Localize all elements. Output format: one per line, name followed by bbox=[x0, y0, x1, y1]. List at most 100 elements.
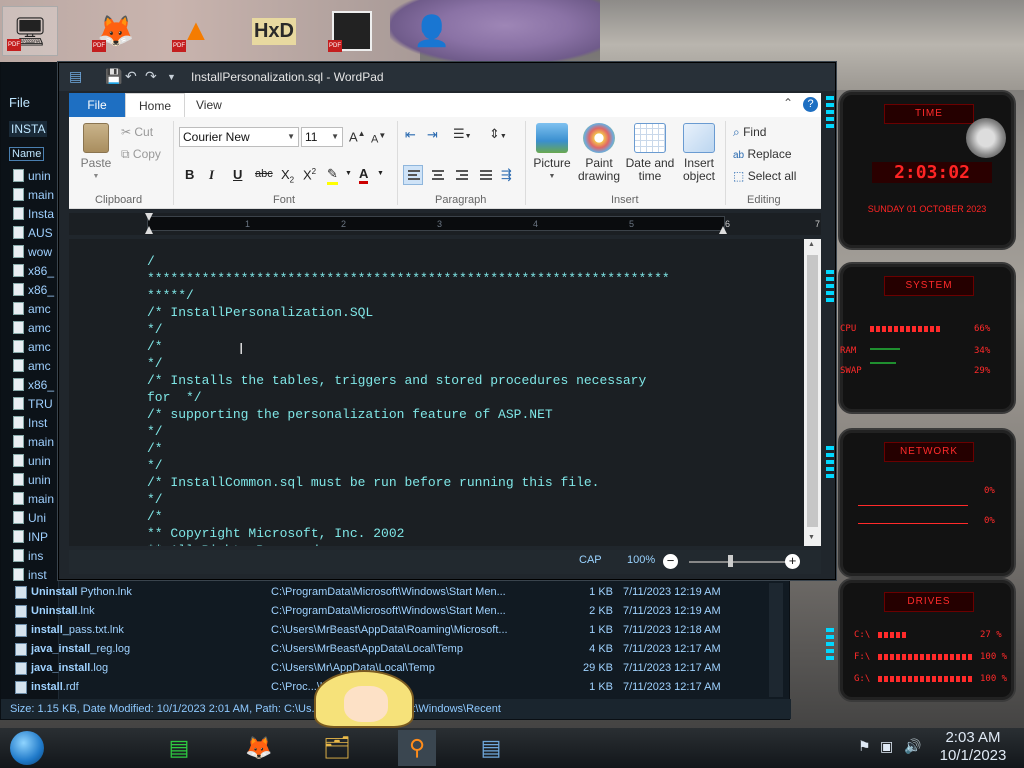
align-center-button[interactable] bbox=[427, 165, 447, 185]
drives-gadget[interactable]: DRIVES C:\ 27 % F:\ 100 % G:\ 100 % bbox=[838, 578, 1016, 702]
start-button[interactable] bbox=[10, 731, 44, 765]
scroll-up-icon[interactable]: ▲ bbox=[808, 241, 815, 248]
undo-icon[interactable]: ↶ bbox=[125, 68, 137, 85]
decrease-indent-icon[interactable]: ⇤ bbox=[405, 127, 416, 143]
underline-button[interactable]: U bbox=[233, 167, 242, 182]
highlight-color-icon[interactable]: ✎ bbox=[327, 166, 338, 185]
notes-app-icon[interactable]: ▤ bbox=[160, 730, 198, 766]
font-color-dropdown-icon[interactable]: ▼ bbox=[377, 170, 384, 177]
title-bar[interactable]: ▤ 💾 ↶ ↷ ▼ InstallPersonalization.sql - W… bbox=[59, 63, 835, 91]
tab-home[interactable]: Home bbox=[125, 93, 186, 117]
list-item[interactable]: INP bbox=[13, 528, 59, 547]
list-item[interactable]: x86_ bbox=[13, 262, 59, 281]
search-taskbar-icon[interactable]: ⚲ bbox=[398, 730, 436, 766]
wordpad-icon[interactable]: ▤ bbox=[69, 68, 82, 85]
select-all-button[interactable]: ⬚ Select all bbox=[733, 169, 796, 183]
bullets-icon[interactable]: ☰▼ bbox=[453, 126, 472, 142]
list-item[interactable]: x86_ bbox=[13, 281, 59, 300]
scroll-thumb[interactable] bbox=[807, 255, 818, 527]
list-item[interactable]: main bbox=[13, 490, 59, 509]
justify-button[interactable] bbox=[475, 165, 495, 185]
explorer-scrollbar[interactable] bbox=[769, 583, 783, 697]
shrink-font-button[interactable]: A▼ bbox=[371, 131, 386, 146]
system-gadget[interactable]: SYSTEM CPU 66% RAM 34% SWAP 29% bbox=[838, 262, 1016, 414]
grow-font-button[interactable]: A▲ bbox=[349, 129, 366, 144]
bold-button[interactable]: B bbox=[185, 167, 194, 182]
list-item[interactable]: main bbox=[13, 433, 59, 452]
highlight-dropdown-icon[interactable]: ▼ bbox=[345, 170, 352, 177]
list-item[interactable]: main bbox=[13, 186, 59, 205]
wordpad-taskbar-icon[interactable]: ▤ bbox=[472, 730, 510, 766]
list-item[interactable]: amc bbox=[13, 319, 59, 338]
list-item[interactable]: x86_ bbox=[13, 376, 59, 395]
computer-desktop-icon[interactable]: 🖥 PDF bbox=[2, 6, 58, 56]
customize-qat-icon[interactable]: ▼ bbox=[167, 72, 176, 82]
italic-button[interactable]: I bbox=[209, 167, 214, 183]
zoom-slider[interactable] bbox=[689, 561, 789, 563]
list-item[interactable]: Uninstall.lnk C:\ProgramData\Microsoft\Wi… bbox=[1, 602, 786, 621]
strikethrough-button[interactable]: abc bbox=[255, 168, 273, 180]
firefox-taskbar-icon[interactable]: 🦊 bbox=[240, 730, 278, 766]
list-item[interactable]: ins bbox=[13, 547, 59, 566]
app-desktop-icon[interactable]: PDF bbox=[324, 6, 380, 56]
user-desktop-icon[interactable]: 👤 bbox=[404, 6, 460, 56]
list-item[interactable]: java_install_reg.log C:\Users\MrBeast\App… bbox=[1, 640, 786, 659]
paragraph-settings-icon[interactable]: ⇶ bbox=[501, 167, 512, 183]
time-gadget[interactable]: TIME 2:03:02 SUNDAY 01 OCTOBER 2023 bbox=[838, 90, 1016, 250]
document-text[interactable]: / **************************************… bbox=[147, 253, 670, 546]
list-item[interactable]: install_pass.txt.lnk C:\Users\MrBeast\App… bbox=[1, 621, 786, 640]
zoom-out-button[interactable]: − bbox=[663, 554, 678, 569]
insert-object-button[interactable]: Insert object bbox=[677, 123, 721, 183]
taskbar-clock[interactable]: 2:03 AM 10/1/2023 bbox=[930, 729, 1016, 765]
ruler[interactable]: 1 2 3 4 5 6 7 bbox=[69, 213, 821, 235]
copy-button[interactable]: ⧉ Copy bbox=[121, 147, 161, 162]
subscript-button[interactable]: X2 bbox=[281, 167, 294, 185]
help-icon[interactable]: ? bbox=[803, 97, 818, 112]
network-icon[interactable]: ▣ bbox=[880, 738, 893, 755]
font-color-icon[interactable]: A bbox=[359, 166, 369, 184]
find-button[interactable]: ⌕ Find bbox=[733, 125, 766, 140]
list-item[interactable]: unin bbox=[13, 452, 59, 471]
replace-button[interactable]: ab Replace bbox=[733, 147, 792, 161]
paint-drawing-button[interactable]: Paint drawing bbox=[575, 123, 623, 183]
save-icon[interactable]: 💾 bbox=[105, 68, 122, 85]
list-item[interactable]: Uninstall Python.lnk C:\ProgramData\Micro… bbox=[1, 583, 786, 602]
line-spacing-icon[interactable]: ⇕▼ bbox=[489, 126, 507, 142]
list-item[interactable]: Inst bbox=[13, 414, 59, 433]
collapse-ribbon-icon[interactable]: ⌃ bbox=[783, 96, 793, 110]
list-item[interactable]: Uni bbox=[13, 509, 59, 528]
tab-file[interactable]: File bbox=[69, 93, 125, 117]
list-item[interactable]: amc bbox=[13, 338, 59, 357]
list-item[interactable]: Insta bbox=[13, 205, 59, 224]
document-area[interactable]: / **************************************… bbox=[69, 239, 804, 546]
date-time-button[interactable]: Date and time bbox=[625, 123, 675, 183]
list-item[interactable]: wow bbox=[13, 243, 59, 262]
zoom-slider-handle[interactable] bbox=[728, 555, 733, 567]
vlc-desktop-icon[interactable]: ▲ PDF bbox=[168, 6, 224, 56]
firefox-desktop-icon[interactable]: 🦊 PDF bbox=[88, 6, 144, 56]
redo-icon[interactable]: ↷ bbox=[145, 68, 157, 85]
explorer-file-menu[interactable]: File bbox=[9, 95, 30, 110]
vertical-scrollbar[interactable]: ▲ ▼ bbox=[804, 239, 821, 546]
flag-icon[interactable]: ⚑ bbox=[858, 738, 871, 755]
list-item[interactable]: unin bbox=[13, 167, 59, 186]
network-gadget[interactable]: NETWORK 0% 0% bbox=[838, 428, 1016, 578]
align-right-button[interactable] bbox=[451, 165, 471, 185]
list-item[interactable]: amc bbox=[13, 300, 59, 319]
tab-view[interactable]: View bbox=[183, 93, 235, 117]
list-item[interactable]: unin bbox=[13, 471, 59, 490]
increase-indent-icon[interactable]: ⇥ bbox=[427, 127, 438, 143]
font-family-select[interactable]: Courier New ▼ bbox=[179, 127, 299, 147]
insert-picture-button[interactable]: Picture ▼ bbox=[531, 123, 573, 183]
volume-icon[interactable]: 🔊 bbox=[904, 738, 921, 755]
font-size-select[interactable]: 11 ▼ bbox=[301, 127, 343, 147]
list-item[interactable]: amc bbox=[13, 357, 59, 376]
paste-button[interactable]: Paste ▼ bbox=[77, 123, 115, 183]
file-explorer-taskbar-icon[interactable]: 🗂 bbox=[318, 730, 356, 766]
wordpad-window[interactable]: ▤ 💾 ↶ ↷ ▼ InstallPersonalization.sql - W… bbox=[58, 62, 836, 580]
list-item[interactable]: AUS bbox=[13, 224, 59, 243]
superscript-button[interactable]: X2 bbox=[303, 167, 316, 182]
column-name-header[interactable]: Name bbox=[9, 147, 45, 161]
scroll-down-icon[interactable]: ▼ bbox=[808, 534, 815, 541]
cut-button[interactable]: ✂ Cut bbox=[121, 125, 153, 139]
